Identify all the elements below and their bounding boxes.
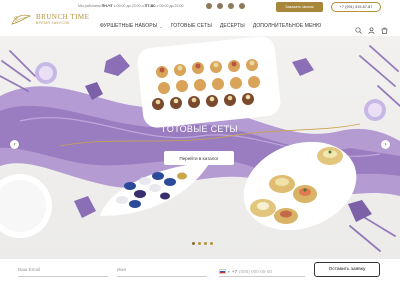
slider-next-button[interactable]: › (381, 140, 390, 149)
hero-photo (0, 36, 400, 252)
catalog-button[interactable]: Перейти в каталог (164, 151, 234, 165)
brand-name: BRUNCH TIME (36, 13, 90, 22)
slider-dots (192, 242, 213, 245)
telegram-icon[interactable] (206, 3, 212, 9)
brand-tagline: ВРЕМЯ ЗАКУСОК (36, 21, 70, 26)
phone-button[interactable]: +7 (991) 319-87-87 (331, 2, 381, 12)
nav-item-desserts[interactable]: ДЕСЕРТЫ (220, 23, 245, 29)
slider-dot[interactable] (192, 242, 195, 245)
chevron-down-icon[interactable]: ▾ (228, 270, 230, 274)
working-hours: Мы работаем ПН-ЧТ с 09:00 до 23:00 и ПТ-… (78, 4, 184, 8)
cart-icon[interactable] (381, 21, 388, 34)
search-icon[interactable] (355, 21, 362, 34)
nav-item-extra-menu[interactable]: ДОПОЛНИТЕЛЬНОЕ МЕНЮ (253, 23, 321, 29)
submit-request-button[interactable]: Оставить заявку (314, 262, 380, 277)
request-call-button[interactable]: Заказать звонок (276, 2, 323, 12)
logo-leaf-icon (10, 13, 32, 27)
hero-title: ГОТОВЫЕ СЕТЫ (162, 124, 238, 134)
vk-icon[interactable] (217, 3, 223, 9)
header-icons (355, 21, 388, 34)
russia-flag-icon[interactable] (219, 269, 226, 274)
social-links (206, 3, 245, 9)
nav-item-buffet-sets[interactable]: ФУРШЕТНЫЕ НАБОРЫ ⌄ (100, 23, 163, 29)
viber-icon[interactable] (228, 3, 234, 9)
hero-slider: ГОТОВЫЕ СЕТЫ Перейти в каталог ‹ › (0, 36, 400, 259)
phone-placeholder: (000) 000-00-00 (239, 269, 272, 274)
phone-code: +7 (231, 269, 238, 274)
email-field[interactable]: Ваш Email (18, 265, 108, 277)
top-bar: Мы работаем ПН-ЧТ с 09:00 до 23:00 и ПТ-… (0, 0, 400, 14)
main-nav: ФУРШЕТНЫЕ НАБОРЫ ⌄ ГОТОВЫЕ СЕТЫ ДЕСЕРТЫ Д… (100, 23, 321, 29)
chevron-down-icon: ⌄ (159, 23, 163, 29)
name-field[interactable]: Имя (117, 265, 207, 277)
user-icon[interactable] (368, 21, 375, 34)
phone-field[interactable]: ▾ +7 (000) 000-00-00 (219, 265, 305, 277)
slider-dot[interactable] (204, 242, 207, 245)
nav-item-ready-sets[interactable]: ГОТОВЫЕ СЕТЫ (171, 23, 212, 29)
slider-prev-button[interactable]: ‹ (10, 140, 19, 149)
slider-dot[interactable] (210, 242, 213, 245)
request-form: Ваш Email Имя ▾ +7 (000) 000-00-00 Остав… (0, 259, 400, 281)
slider-dot[interactable] (198, 242, 201, 245)
whatsapp-icon[interactable] (239, 3, 245, 9)
logo[interactable]: BRUNCH TIME ВРЕМЯ ЗАКУСОК (10, 13, 89, 27)
